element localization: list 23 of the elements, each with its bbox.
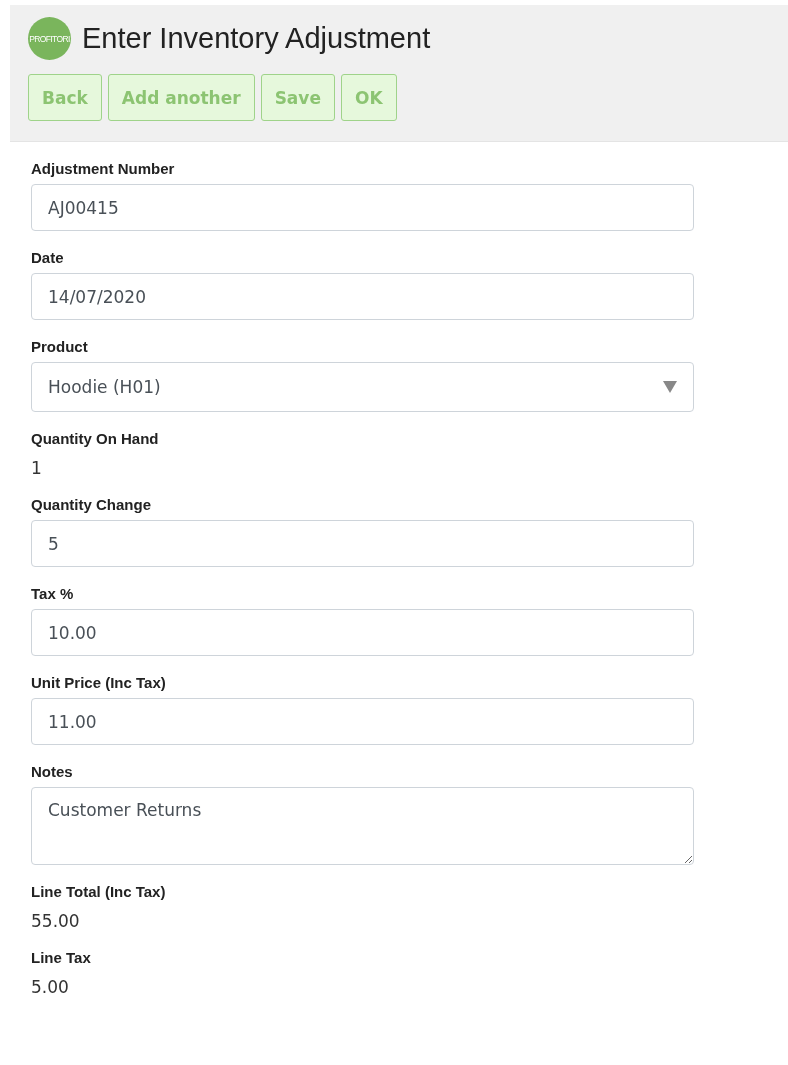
input-field[interactable]: 11.00: [31, 698, 694, 745]
caret-icon: [663, 381, 677, 393]
input-field[interactable]: AJ00415: [31, 184, 694, 231]
field-label: Unit Price (Inc Tax): [31, 674, 166, 691]
notes-field[interactable]: Customer Returns: [31, 787, 694, 865]
field-label: Product: [31, 338, 88, 355]
field-label: Quantity Change: [31, 496, 151, 513]
input-field[interactable]: 14/07/2020: [31, 273, 694, 320]
field-value: 5.00: [31, 977, 69, 997]
input-field[interactable]: 10.00: [31, 609, 694, 656]
product-dropdown[interactable]: Hoodie (H01): [31, 362, 694, 412]
logo-icon: PROFITORI: [28, 17, 71, 60]
field-label: Line Total (Inc Tax): [31, 883, 166, 900]
field-label: Line Tax: [31, 949, 91, 966]
field-label: Date: [31, 249, 64, 266]
field-value: 55.00: [31, 911, 80, 931]
input-field[interactable]: 5: [31, 520, 694, 567]
field-value: 1: [31, 458, 42, 478]
field-label: Quantity On Hand: [31, 430, 159, 447]
field-label: Adjustment Number: [31, 160, 175, 177]
field-label: Notes: [31, 763, 73, 780]
field-label: Tax %: [31, 585, 74, 602]
page-title: Enter Inventory Adjustment: [82, 22, 431, 55]
